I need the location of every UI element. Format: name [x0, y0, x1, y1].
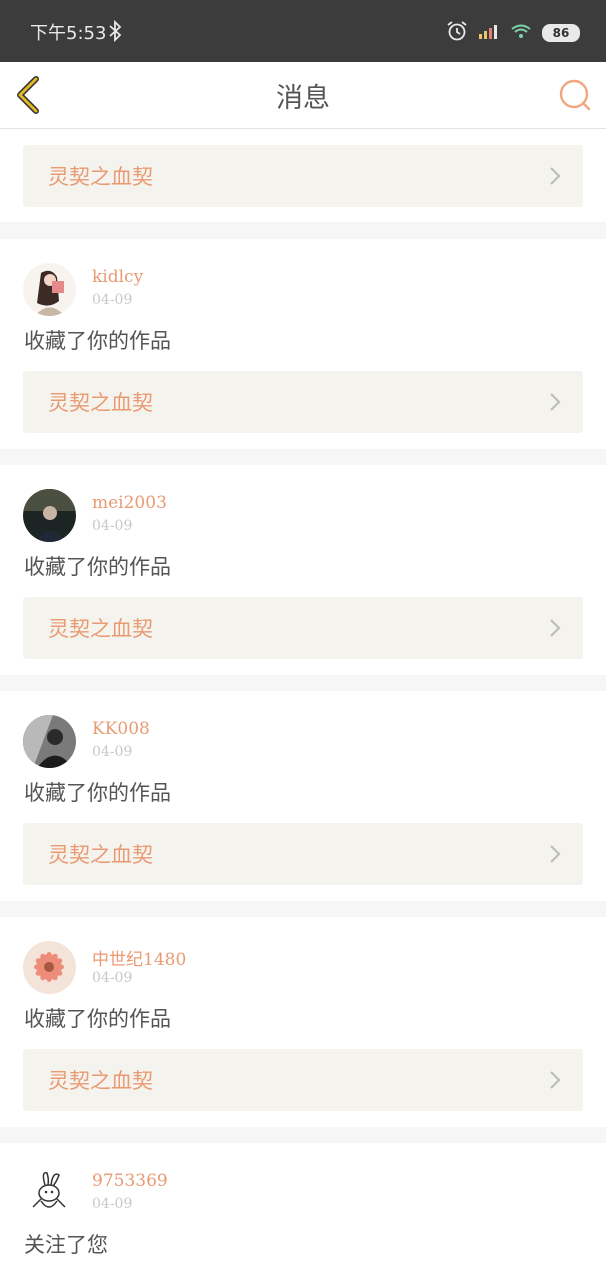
chevron-right-icon	[549, 1070, 561, 1094]
message-date: 04-09	[92, 1196, 133, 1212]
username[interactable]: 9753369	[92, 1171, 168, 1191]
message-date: 04-09	[92, 744, 133, 760]
work-title: 灵契之血契	[48, 843, 153, 867]
chevron-right-icon	[549, 844, 561, 868]
message-date: 04-09	[92, 970, 133, 986]
bluetooth-icon	[108, 19, 122, 46]
work-link[interactable]: 灵契之血契	[23, 1049, 583, 1111]
message-text: 收藏了你的作品	[24, 781, 171, 805]
work-link[interactable]: 灵契之血契	[23, 823, 583, 885]
message-card-top: 灵契之血契	[0, 129, 606, 222]
work-title: 灵契之血契	[48, 165, 153, 189]
username[interactable]: mei2003	[92, 493, 167, 513]
work-title: 灵契之血契	[48, 617, 153, 641]
wifi-icon	[510, 23, 532, 43]
chevron-right-icon	[549, 392, 561, 416]
status-bar: 下午5:53 86	[0, 0, 606, 62]
message-text: 收藏了你的作品	[24, 1007, 171, 1031]
work-link[interactable]: 灵契之血契	[23, 145, 583, 207]
avatar[interactable]	[23, 1167, 76, 1220]
message-card: 9753369 04-09 关注了您	[0, 1143, 606, 1280]
page-title: 消息	[276, 83, 330, 114]
message-card: kidlcy 04-09 收藏了你的作品 灵契之血契	[0, 239, 606, 449]
alarm-icon	[446, 20, 468, 46]
work-title: 灵契之血契	[48, 391, 153, 415]
message-card: mei2003 04-09 收藏了你的作品 灵契之血契	[0, 465, 606, 675]
username[interactable]: 中世纪1480	[92, 945, 186, 970]
chevron-right-icon	[549, 166, 561, 190]
signal-icon	[478, 23, 500, 43]
avatar[interactable]	[23, 941, 76, 994]
message-date: 04-09	[92, 292, 133, 308]
message-card: 中世纪1480 04-09 收藏了你的作品 灵契之血契	[0, 917, 606, 1127]
avatar[interactable]	[23, 715, 76, 768]
battery-icon: 86	[542, 24, 580, 42]
chevron-right-icon	[549, 618, 561, 642]
work-link[interactable]: 灵契之血契	[23, 597, 583, 659]
status-time: 下午5:53	[30, 23, 107, 44]
search-icon[interactable]	[558, 78, 592, 112]
work-title: 灵契之血契	[48, 1069, 153, 1093]
message-text: 关注了您	[24, 1233, 108, 1257]
work-link[interactable]: 灵契之血契	[23, 371, 583, 433]
message-text: 收藏了你的作品	[24, 329, 171, 353]
avatar[interactable]	[23, 263, 76, 316]
username[interactable]: kidlcy	[92, 267, 143, 287]
message-text: 收藏了你的作品	[24, 555, 171, 579]
message-card: KK008 04-09 收藏了你的作品 灵契之血契	[0, 691, 606, 901]
username[interactable]: KK008	[92, 719, 150, 739]
message-date: 04-09	[92, 518, 133, 534]
avatar[interactable]	[23, 489, 76, 542]
header-bar: 消息	[0, 62, 606, 129]
